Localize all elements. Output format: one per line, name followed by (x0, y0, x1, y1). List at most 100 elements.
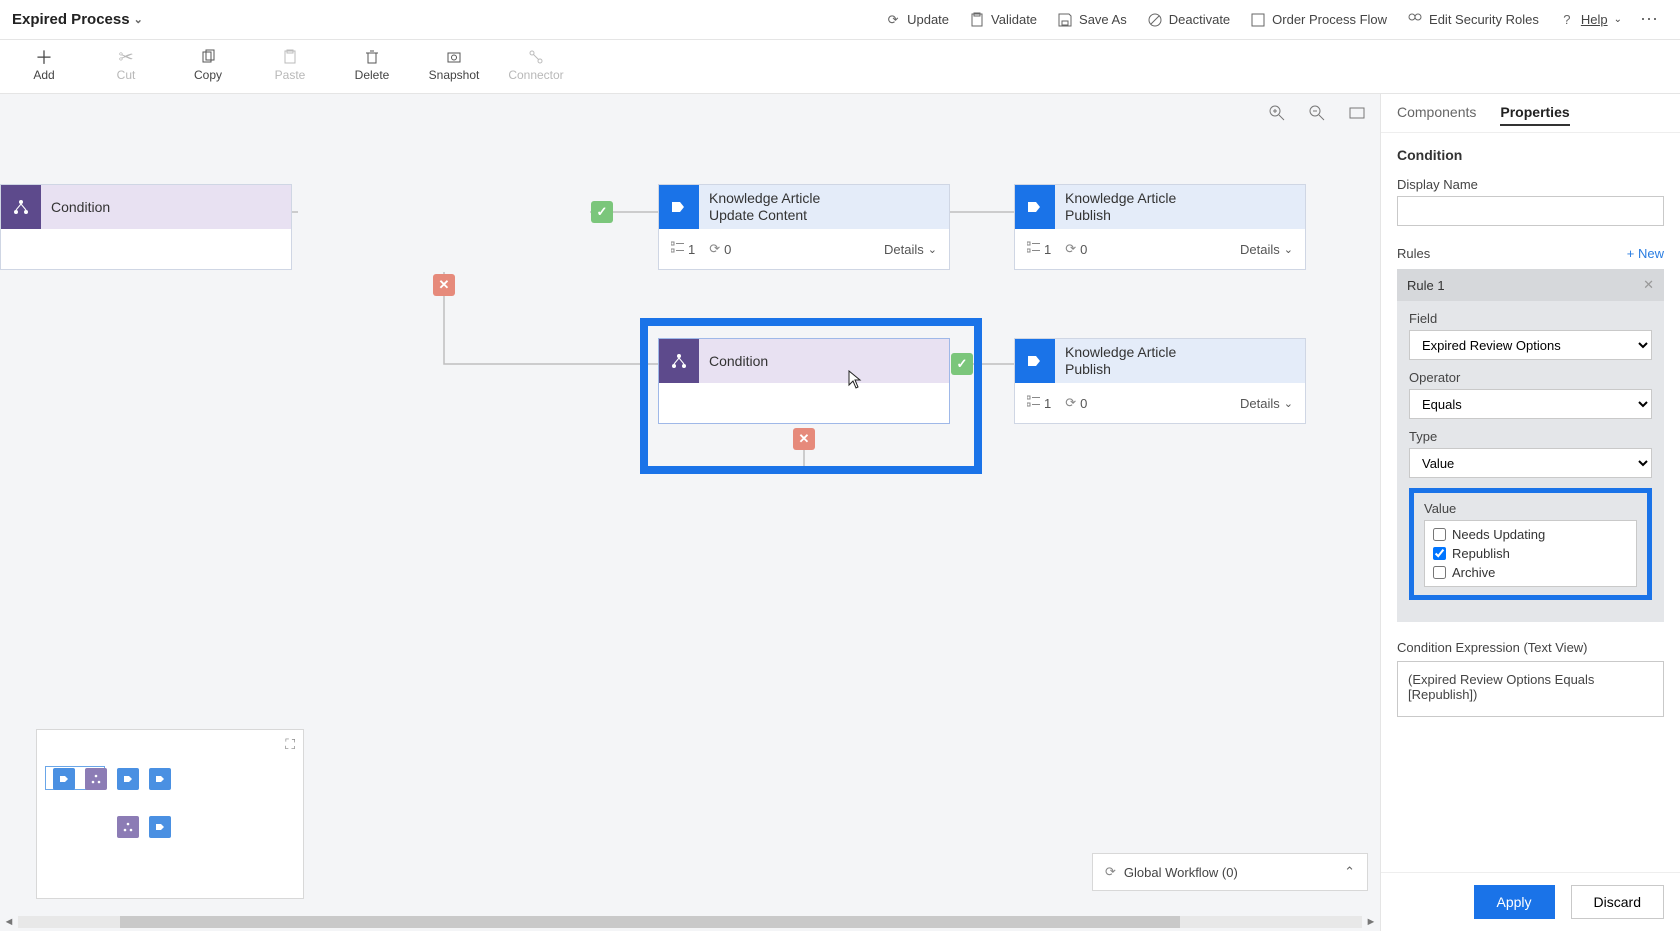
condition-pass-badge: ✓ (591, 201, 613, 223)
copy-button[interactable]: Copy (176, 46, 240, 82)
save-icon (1057, 12, 1073, 28)
type-select[interactable]: Value (1409, 448, 1652, 478)
minimap[interactable]: ⛶ (36, 729, 304, 899)
help-button[interactable]: ? Help ⌄ (1549, 8, 1632, 32)
process-canvas[interactable]: nowledge Article eview ⟳0 Details⌄ Condi… (0, 94, 1380, 931)
operator-select[interactable]: Equals (1409, 389, 1652, 419)
cut-label: Cut (117, 68, 136, 82)
stage-icon (659, 185, 699, 229)
discard-button[interactable]: Discard (1571, 885, 1664, 919)
refresh-count: 0 (724, 242, 731, 257)
stage-icon (1015, 185, 1055, 229)
expand-icon[interactable]: ⛶ (285, 736, 295, 753)
value-option-republish[interactable]: Republish (1433, 546, 1628, 561)
scroll-right-button[interactable]: ► (1362, 913, 1380, 931)
minimap-node (117, 768, 139, 790)
chevron-down-icon: ⌄ (928, 243, 937, 256)
cut-button[interactable]: ✂ Cut (94, 46, 158, 82)
chevron-down-icon: ⌄ (1284, 243, 1293, 256)
node-title: Knowledge Article Publish (1055, 185, 1305, 229)
add-label: Add (33, 68, 54, 82)
deactivate-icon (1147, 12, 1163, 28)
security-label: Edit Security Roles (1429, 12, 1539, 27)
minimap-node (117, 816, 139, 838)
node-title: Knowledge Article Publish (1055, 339, 1305, 383)
order-process-button[interactable]: Order Process Flow (1240, 8, 1397, 32)
delete-label: Delete (355, 68, 390, 82)
snapshot-button[interactable]: Snapshot (422, 46, 486, 82)
deactivate-button[interactable]: Deactivate (1137, 8, 1240, 32)
save-as-button[interactable]: Save As (1047, 8, 1137, 32)
value-option-needs-updating[interactable]: Needs Updating (1433, 527, 1628, 542)
apply-button[interactable]: Apply (1474, 885, 1555, 919)
scroll-left-button[interactable]: ◄ (0, 913, 18, 931)
paste-icon (282, 46, 298, 68)
field-select[interactable]: Expired Review Options (1409, 330, 1652, 360)
refresh-count: 0 (1080, 396, 1087, 411)
global-workflow-label: Global Workflow (0) (1124, 865, 1238, 880)
node-title: Knowledge Article Update Content (699, 185, 949, 229)
paste-button[interactable]: Paste (258, 46, 322, 82)
node-title: Condition (41, 185, 291, 229)
validate-button[interactable]: Validate (959, 8, 1047, 32)
copy-icon (200, 46, 216, 68)
checkbox[interactable] (1433, 566, 1446, 579)
value-section-highlight: Value Needs Updating Republish Archive (1409, 488, 1652, 600)
delete-button[interactable]: Delete (340, 46, 404, 82)
update-button[interactable]: ⟳ Update (875, 8, 959, 32)
details-toggle[interactable]: Details⌄ (884, 242, 937, 257)
connector-icon (528, 46, 544, 68)
steps-icon (671, 241, 684, 257)
process-title[interactable]: Expired Process ⌄ (12, 11, 143, 28)
validate-label: Validate (991, 12, 1037, 27)
steps-icon (1027, 395, 1040, 411)
stage-node-update-content[interactable]: Knowledge Article Update Content 1 ⟳0 De… (658, 184, 950, 270)
process-title-text: Expired Process (12, 11, 130, 28)
checkbox[interactable] (1433, 547, 1446, 560)
value-option-archive[interactable]: Archive (1433, 565, 1628, 580)
condition-fail-badge: ✕ (433, 274, 455, 296)
panel-section-title: Condition (1397, 147, 1664, 163)
scroll-thumb[interactable] (120, 916, 1180, 928)
horizontal-scrollbar[interactable]: ◄ ► (0, 913, 1380, 931)
side-tabs: Components Properties (1381, 94, 1680, 133)
refresh-icon: ⟳ (709, 241, 720, 257)
tab-properties[interactable]: Properties (1500, 104, 1569, 126)
add-button[interactable]: ＋ Add (12, 46, 76, 82)
expression-text: (Expired Review Options Equals [Republis… (1397, 661, 1664, 717)
field-label: Field (1409, 311, 1652, 326)
steps-count: 1 (1044, 242, 1051, 257)
checkbox[interactable] (1433, 528, 1446, 541)
more-commands-button[interactable]: ⋯ (1632, 9, 1668, 30)
details-toggle[interactable]: Details⌄ (1240, 396, 1293, 411)
node-title: Condition (699, 339, 949, 383)
display-name-input[interactable] (1397, 196, 1664, 226)
condition-node-1[interactable]: Condition (0, 184, 292, 270)
new-rule-button[interactable]: + New (1627, 246, 1664, 261)
close-icon[interactable]: ✕ (1643, 277, 1654, 293)
tab-components[interactable]: Components (1397, 104, 1476, 126)
help-label: Help (1581, 12, 1608, 27)
update-label: Update (907, 12, 949, 27)
chevron-down-icon: ⌄ (134, 13, 143, 26)
save-as-label: Save As (1079, 12, 1127, 27)
clipboard-icon (969, 12, 985, 28)
edit-security-button[interactable]: Edit Security Roles (1397, 8, 1549, 32)
connector-button[interactable]: Connector (504, 46, 568, 82)
stage-node-publish-2[interactable]: Knowledge Article Publish 1 ⟳0 Details⌄ (1014, 338, 1306, 424)
camera-icon (446, 46, 462, 68)
refresh-count: 0 (1080, 242, 1087, 257)
refresh-icon: ⟳ (1065, 241, 1076, 257)
copy-label: Copy (194, 68, 222, 82)
security-icon (1407, 12, 1423, 28)
global-workflow-bar[interactable]: ⟳ Global Workflow (0) ⌃ (1092, 853, 1368, 891)
paste-label: Paste (275, 68, 306, 82)
details-toggle[interactable]: Details⌄ (1240, 242, 1293, 257)
connector-label: Connector (508, 68, 563, 82)
condition-node-2[interactable]: Condition (658, 338, 950, 424)
stage-node-publish-1[interactable]: Knowledge Article Publish 1 ⟳ 0 Details⌄ (1014, 184, 1306, 270)
rule-card: Rule 1 ✕ Field Expired Review Options Op… (1397, 269, 1664, 622)
value-options: Needs Updating Republish Archive (1424, 520, 1637, 587)
minimap-node (149, 816, 171, 838)
chevron-down-icon: ⌄ (1284, 397, 1293, 410)
